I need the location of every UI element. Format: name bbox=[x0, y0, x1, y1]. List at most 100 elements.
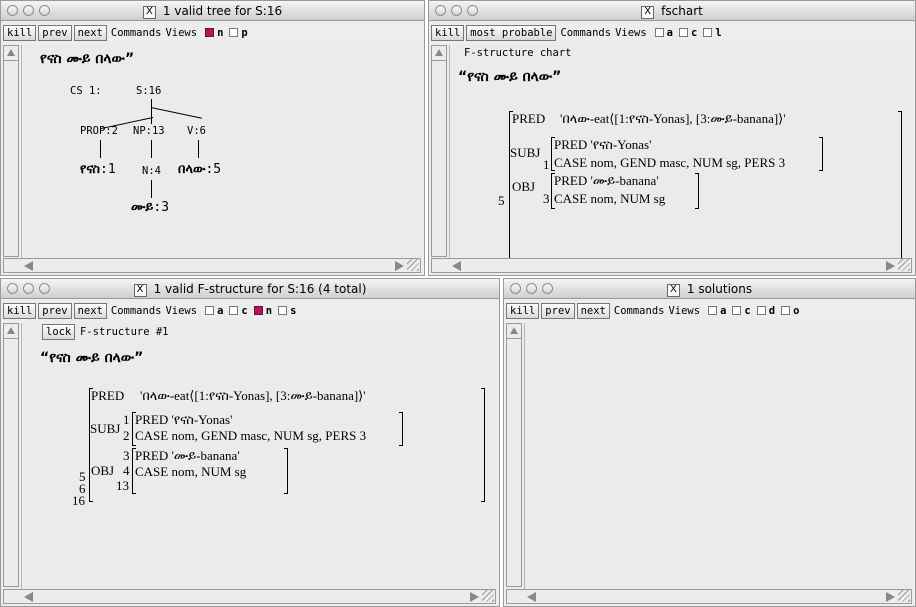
checkbox-label: s bbox=[290, 304, 297, 317]
resize-grip-icon[interactable] bbox=[898, 590, 910, 602]
scroll-right-icon[interactable] bbox=[886, 261, 895, 271]
subj-pred[interactable]: PRED 'የናስ-Yonas' bbox=[135, 412, 232, 428]
obj-pred[interactable]: PRED 'ሙይ-banana' bbox=[135, 448, 240, 464]
scroll-left-icon[interactable] bbox=[24, 261, 33, 271]
checkbox-n[interactable]: n bbox=[205, 27, 223, 39]
checkbox-a[interactable]: a bbox=[708, 305, 726, 317]
fstructure-window: X1 valid F-structure for S:16 (4 total) … bbox=[0, 278, 500, 607]
leaf-index: :3 bbox=[153, 200, 170, 215]
obj-pred[interactable]: PRED 'ሙይ-banana' bbox=[554, 173, 659, 189]
commands-menu[interactable]: Commands bbox=[111, 27, 162, 39]
resize-grip-icon[interactable] bbox=[898, 259, 910, 271]
tree-node-n[interactable]: N:4 bbox=[142, 165, 161, 177]
tree-node-prop[interactable]: PROP:2 bbox=[80, 125, 118, 137]
horizontal-scrollbar[interactable] bbox=[506, 589, 912, 604]
outer-bracket-right bbox=[898, 111, 902, 259]
horizontal-scrollbar[interactable] bbox=[3, 258, 421, 273]
checkbox-label: c bbox=[241, 304, 248, 317]
tree-edge bbox=[100, 140, 101, 158]
kill-button[interactable]: kill bbox=[3, 302, 37, 319]
commands-menu[interactable]: Commands bbox=[111, 305, 162, 317]
tree-leaf-5[interactable]: በላው:5 bbox=[178, 162, 221, 177]
checkbox-c[interactable]: c bbox=[732, 305, 751, 317]
vertical-scrollbar[interactable] bbox=[506, 323, 522, 587]
tree-edge bbox=[151, 180, 152, 198]
checkbox-d[interactable]: d bbox=[756, 305, 775, 317]
next-button[interactable]: next bbox=[576, 302, 610, 319]
pred-value[interactable]: 'በላው-eat⟨[1:የናስ-Yonas], [3:ሙይ-banana]⟩' bbox=[140, 388, 366, 404]
tree-edge bbox=[151, 99, 152, 107]
tree-leaf-1[interactable]: የናስ:1 bbox=[80, 162, 116, 177]
checkbox-s[interactable]: s bbox=[278, 305, 296, 317]
obj-bracket-right bbox=[284, 448, 288, 494]
subj-pred[interactable]: PRED 'የናስ-Yonas' bbox=[554, 137, 651, 153]
prev-button[interactable]: prev bbox=[38, 302, 72, 319]
most-probable-button[interactable]: most probable bbox=[466, 24, 557, 41]
scroll-right-icon[interactable] bbox=[470, 592, 479, 602]
scroll-right-icon[interactable] bbox=[886, 592, 895, 602]
checkbox-box bbox=[732, 306, 742, 315]
scroll-up-icon[interactable] bbox=[4, 46, 18, 61]
views-menu[interactable]: Views bbox=[165, 27, 197, 39]
tree-node-v[interactable]: V:6 bbox=[187, 125, 206, 137]
scroll-left-icon[interactable] bbox=[527, 592, 536, 602]
kill-button[interactable]: kill bbox=[506, 302, 540, 319]
scroll-up-icon[interactable] bbox=[4, 324, 18, 339]
commands-menu[interactable]: Commands bbox=[560, 27, 611, 39]
scroll-up-icon[interactable] bbox=[432, 46, 446, 61]
checkbox-c[interactable]: c bbox=[229, 304, 248, 317]
scroll-right-icon[interactable] bbox=[395, 261, 404, 271]
checkbox-label: p bbox=[241, 26, 248, 39]
subj-index: 1 bbox=[543, 157, 550, 172]
obj-features: CASE nom, NUM sg bbox=[554, 191, 666, 206]
lock-button[interactable]: lock bbox=[42, 324, 76, 340]
prev-button[interactable]: prev bbox=[541, 302, 575, 319]
resize-grip-icon[interactable] bbox=[482, 590, 494, 602]
scroll-left-icon[interactable] bbox=[452, 261, 461, 271]
resize-grip-icon[interactable] bbox=[407, 259, 419, 271]
obj-bracket-right bbox=[695, 173, 699, 209]
pred-value[interactable]: 'በላው-eat⟨[1:የናስ-Yonas], [3:ሙይ-banana]⟩' bbox=[560, 111, 786, 127]
prev-button[interactable]: prev bbox=[38, 24, 72, 41]
vertical-scrollbar[interactable] bbox=[3, 45, 19, 257]
checkbox-c[interactable]: c bbox=[679, 27, 697, 39]
titlebar[interactable]: Xfschart bbox=[429, 1, 915, 21]
tree-node-np[interactable]: NP:13 bbox=[133, 125, 165, 137]
titlebar[interactable]: X 1 valid F-structure for S:16 (4 total) bbox=[1, 279, 499, 299]
x11-icon: X bbox=[133, 284, 147, 297]
x11-icon: X bbox=[142, 6, 156, 19]
views-menu[interactable]: Views bbox=[165, 305, 197, 317]
views-menu[interactable]: Views bbox=[668, 305, 700, 317]
kill-button[interactable]: kill bbox=[431, 24, 465, 41]
checkbox-box bbox=[205, 28, 215, 37]
views-menu[interactable]: Views bbox=[615, 27, 647, 39]
checkbox-p[interactable]: p bbox=[229, 26, 248, 39]
tree-node-s[interactable]: S:16 bbox=[136, 85, 161, 97]
checkbox-a[interactable]: a bbox=[654, 27, 673, 39]
obj-index-2: 4 bbox=[123, 463, 130, 478]
scroll-up-icon[interactable] bbox=[507, 324, 521, 339]
vertical-scrollbar[interactable] bbox=[3, 323, 19, 587]
checkbox-a[interactable]: a bbox=[205, 305, 223, 317]
commands-menu[interactable]: Commands bbox=[614, 305, 665, 317]
title-text: 1 solutions bbox=[686, 282, 753, 296]
next-button[interactable]: next bbox=[73, 302, 107, 319]
window-title: Xfschart bbox=[429, 4, 915, 19]
leaf-word: የናስ bbox=[80, 162, 101, 177]
next-button[interactable]: next bbox=[73, 24, 107, 41]
obj-features: CASE nom, NUM sg bbox=[135, 464, 247, 479]
checkbox-n[interactable]: n bbox=[253, 304, 273, 317]
title-text: 1 valid tree for S:16 bbox=[162, 4, 283, 18]
vertical-scrollbar[interactable] bbox=[431, 45, 447, 257]
checkbox-label: n bbox=[265, 304, 273, 317]
kill-button[interactable]: kill bbox=[3, 24, 37, 41]
checkbox-l[interactable]: l bbox=[703, 27, 722, 39]
tree-leaf-3[interactable]: ሙይ:3 bbox=[131, 200, 169, 215]
scroll-left-icon[interactable] bbox=[24, 592, 33, 602]
checkbox-o[interactable]: o bbox=[781, 305, 799, 317]
fschart-window: Xfschart kill most probable Commands Vie… bbox=[428, 0, 916, 276]
horizontal-scrollbar[interactable] bbox=[431, 258, 912, 273]
titlebar[interactable]: X 1 solutions bbox=[504, 279, 915, 299]
titlebar[interactable]: X 1 valid tree for S:16 bbox=[1, 1, 424, 21]
horizontal-scrollbar[interactable] bbox=[3, 589, 496, 604]
